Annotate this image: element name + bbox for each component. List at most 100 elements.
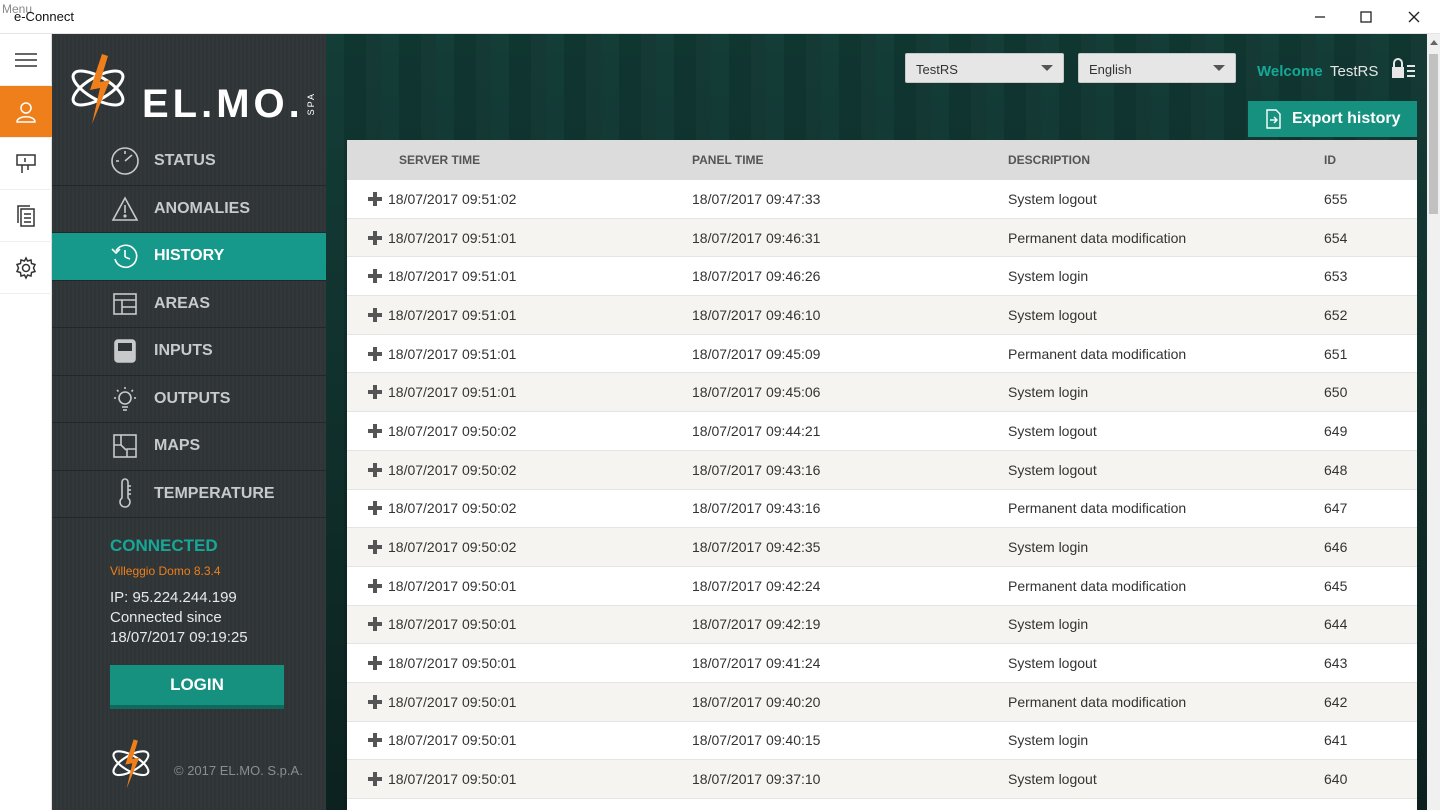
expand-plus-icon[interactable] xyxy=(367,616,383,632)
nav-item-status[interactable]: STATUS xyxy=(52,138,326,186)
documents-icon xyxy=(17,204,35,227)
sidebar: EL.MO. SPA STATUS ANOMALIES HISTORY AREA… xyxy=(52,34,334,810)
nav-label-outputs: OUTPUTS xyxy=(154,389,231,407)
nav-label-temperature: TEMPERATURE xyxy=(154,484,275,502)
brand-name: EL.MO. xyxy=(142,82,304,126)
expand-plus-icon[interactable] xyxy=(367,230,383,246)
rail-settings-button[interactable] xyxy=(0,242,52,294)
cell-description: Permanent data modification xyxy=(1008,500,1187,517)
expand-plus-icon[interactable] xyxy=(367,500,383,516)
scroll-up-arrow-icon[interactable] xyxy=(1430,40,1438,45)
rail-user-button[interactable] xyxy=(0,86,52,138)
cell-panel-time: 18/07/2017 09:42:24 xyxy=(692,577,821,594)
nav-item-history[interactable]: HISTORY xyxy=(52,233,334,281)
left-rail xyxy=(0,34,52,810)
table-row[interactable]: 18/07/2017 09:51:01 18/07/2017 09:45:09 Pe… xyxy=(347,335,1417,374)
table-header: SERVER TIME PANEL TIME DESCRIPTION ID xyxy=(347,140,1417,180)
cell-server-time: 18/07/2017 09:50:01 xyxy=(347,655,692,671)
scroll-thumb[interactable] xyxy=(1429,54,1438,214)
expand-plus-icon[interactable] xyxy=(367,346,383,362)
areas-icon xyxy=(113,292,137,315)
table-row[interactable]: 18/07/2017 09:50:01 18/07/2017 09:40:15 Sy… xyxy=(347,722,1417,761)
server-time-text: 18/07/2017 09:50:01 xyxy=(388,732,517,749)
rail-documents-button[interactable] xyxy=(0,190,52,242)
chevron-down-icon xyxy=(1041,65,1053,71)
table-row[interactable]: 18/07/2017 09:50:01 18/07/2017 09:42:19 Sy… xyxy=(347,605,1417,645)
expand-plus-icon[interactable] xyxy=(367,191,383,207)
table-row[interactable]: 18/07/2017 09:50:02 18/07/2017 09:42:35 Sy… xyxy=(347,528,1417,567)
cell-server-time: 18/07/2017 09:50:01 xyxy=(347,578,692,594)
history-table: SERVER TIME PANEL TIME DESCRIPTION ID 18… xyxy=(347,140,1417,810)
server-time-text: 18/07/2017 09:50:02 xyxy=(388,461,517,478)
expand-plus-icon[interactable] xyxy=(367,732,383,748)
col-header-server-time[interactable]: SERVER TIME xyxy=(347,153,692,167)
lightbulb-icon xyxy=(114,386,136,411)
cell-description: System logout xyxy=(1008,190,1097,207)
expand-plus-icon[interactable] xyxy=(367,655,383,671)
cell-id: 647 xyxy=(1324,500,1348,517)
user-icon xyxy=(16,101,36,123)
nav-item-areas[interactable]: AREAS xyxy=(52,281,326,328)
close-icon xyxy=(1408,11,1420,23)
nav-item-outputs[interactable]: OUTPUTS xyxy=(52,376,326,423)
window-scrollbar[interactable] xyxy=(1427,34,1440,810)
login-button[interactable]: LOGIN xyxy=(110,665,284,709)
close-button[interactable] xyxy=(1390,0,1438,34)
cell-server-time: 18/07/2017 09:50:02 xyxy=(347,539,692,555)
table-row[interactable]: 18/07/2017 09:50:02 18/07/2017 09:43:16 Pe… xyxy=(347,490,1417,529)
expand-plus-icon[interactable] xyxy=(367,771,383,787)
expand-plus-icon[interactable] xyxy=(367,307,383,323)
table-row[interactable]: 18/07/2017 09:50:01 18/07/2017 09:42:24 Pe… xyxy=(347,567,1417,606)
nav-label-areas: AREAS xyxy=(154,294,211,312)
server-time-text: 18/07/2017 09:50:01 xyxy=(388,577,517,594)
expand-plus-icon[interactable] xyxy=(367,462,383,478)
cell-description: System login xyxy=(1008,616,1089,633)
table-row[interactable]: 18/07/2017 09:51:02 18/07/2017 09:47:33 Sy… xyxy=(347,180,1417,219)
cell-server-time: 18/07/2017 09:51:01 xyxy=(347,346,692,362)
export-history-button[interactable]: Export history xyxy=(1248,101,1417,137)
window-title: e-Connect xyxy=(14,9,74,24)
col-header-description[interactable]: DESCRIPTION xyxy=(1008,153,1324,167)
nav-item-temperature[interactable]: TEMPERATURE xyxy=(52,471,326,518)
copyright-text: © 2017 EL.MO. S.p.A. xyxy=(174,763,303,778)
cell-server-time: 18/07/2017 09:50:02 xyxy=(347,500,692,516)
expand-plus-icon[interactable] xyxy=(367,539,383,555)
username: TestRS xyxy=(1330,63,1379,80)
table-row[interactable]: 18/07/2017 09:51:01 18/07/2017 09:46:31 Pe… xyxy=(347,218,1417,258)
cell-panel-time: 18/07/2017 09:40:15 xyxy=(692,732,821,749)
table-row[interactable]: 18/07/2017 09:50:01 18/07/2017 09:41:24 Sy… xyxy=(347,644,1417,683)
expand-plus-icon[interactable] xyxy=(367,578,383,594)
nav-item-anomalies[interactable]: ANOMALIES xyxy=(52,186,326,233)
expand-plus-icon[interactable] xyxy=(367,694,383,710)
table-row[interactable]: 18/07/2017 09:50:01 18/07/2017 09:37:10 Sy… xyxy=(347,760,1417,799)
hamburger-menu-button[interactable] xyxy=(0,34,52,86)
nav-item-maps[interactable]: MAPS xyxy=(52,423,326,471)
table-row[interactable]: 18/07/2017 09:50:02 18/07/2017 09:44:21 Sy… xyxy=(347,412,1417,451)
server-time-text: 18/07/2017 09:50:02 xyxy=(388,539,517,556)
expand-plus-icon[interactable] xyxy=(367,384,383,400)
cell-description: System logout xyxy=(1008,771,1097,788)
cell-server-time: 18/07/2017 09:51:01 xyxy=(347,230,692,246)
table-row[interactable]: 18/07/2017 09:50:01 18/07/2017 09:40:20 Pe… xyxy=(347,682,1417,722)
table-row[interactable]: 18/07/2017 09:51:01 18/07/2017 09:46:26 Sy… xyxy=(347,257,1417,297)
system-select[interactable]: TestRS xyxy=(905,53,1064,83)
maximize-button[interactable] xyxy=(1342,0,1390,34)
cell-description: Permanent data modification xyxy=(1008,577,1187,594)
table-row[interactable]: 18/07/2017 09:51:01 18/07/2017 09:46:10 Sy… xyxy=(347,296,1417,335)
table-row[interactable]: 18/07/2017 09:50:02 18/07/2017 09:43:16 Sy… xyxy=(347,450,1417,490)
table-row[interactable]: 18/07/2017 09:51:01 18/07/2017 09:45:06 Sy… xyxy=(347,373,1417,413)
col-header-panel-time[interactable]: PANEL TIME xyxy=(692,153,1008,167)
lock-menu-button[interactable] xyxy=(1390,58,1416,85)
cell-panel-time: 18/07/2017 09:43:16 xyxy=(692,500,821,517)
rail-panel-button[interactable] xyxy=(0,138,52,190)
nav-item-inputs[interactable]: INPUTS xyxy=(52,328,326,376)
map-icon xyxy=(113,434,137,459)
cell-panel-time: 18/07/2017 09:47:33 xyxy=(692,190,821,207)
col-header-id[interactable]: ID xyxy=(1324,153,1417,167)
language-select[interactable]: English xyxy=(1078,53,1236,83)
expand-plus-icon[interactable] xyxy=(367,423,383,439)
cell-description: System login xyxy=(1008,268,1089,285)
cell-panel-time: 18/07/2017 09:42:35 xyxy=(692,539,821,556)
minimize-button[interactable] xyxy=(1296,0,1344,34)
expand-plus-icon[interactable] xyxy=(367,268,383,284)
